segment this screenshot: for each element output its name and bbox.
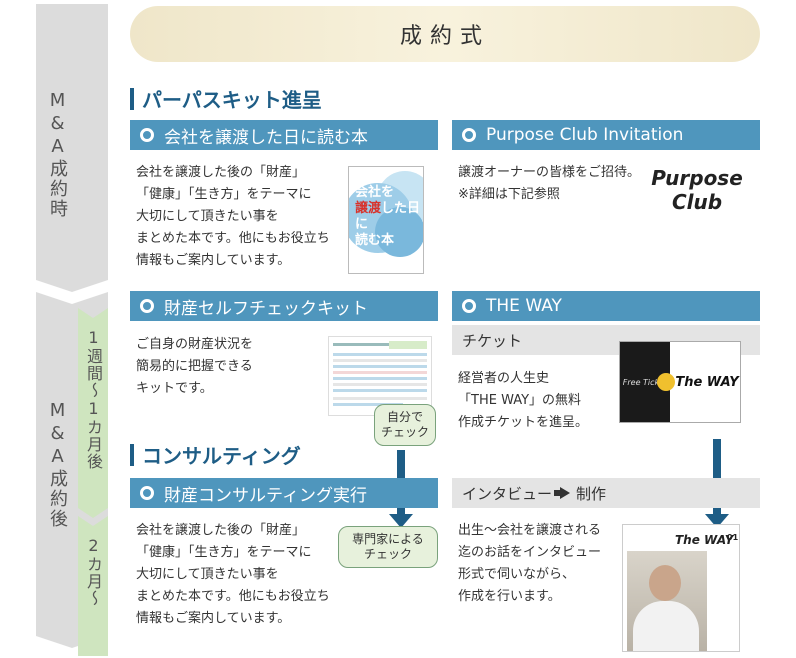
book-panel-header: 会社を譲渡した日に読む本 xyxy=(130,120,438,150)
ticket-text: 経営者の人生史 「THE WAY」の無料 作成チケットを進呈。 xyxy=(458,371,589,430)
interview-text: 出生〜会社を譲渡される 迄のお話をインタビュー 形式で伺いながら、 作成を行います。 xyxy=(458,523,602,604)
selfcheck-panel-header: 財産セルフチェックキット xyxy=(130,291,438,321)
section-title-consulting: コンサルティング xyxy=(130,440,301,469)
timeline-bottom-label: M&A成約後 xyxy=(47,400,68,529)
yellow-dot-icon xyxy=(657,373,676,391)
timeline-period2-label: 2カ月〜 xyxy=(84,536,103,607)
interview-subheader: インタビュー 制作 xyxy=(452,478,760,508)
book-panel-text: 会社を譲渡した後の「財産」 「健康」「生き方」をテーマに 大切にして頂きたい事を まと… xyxy=(136,165,330,268)
purpose-panel-text: 譲渡オーナーの皆様をご招待。 ※詳細は下記参照 xyxy=(458,165,641,202)
theway-panel-header: THE WAY xyxy=(452,291,760,321)
section-bar xyxy=(130,443,134,466)
ceremony-banner: 成約式 xyxy=(130,6,760,62)
arrow-right-icon xyxy=(554,487,571,499)
book-cover-image: 会社を 譲渡した日に 読む本 xyxy=(348,166,424,274)
circle-bullet-icon xyxy=(140,299,154,313)
purpose-club-logo: Purpose Club xyxy=(651,166,743,214)
expert-check-tag: 専門家による チェック xyxy=(338,526,438,568)
theway-magazine-image: The WAY 01 xyxy=(622,524,740,652)
timeline-period1-label: 1週間〜1カ月後 xyxy=(84,328,103,470)
consult-panel-header: 財産コンサルティング実行 xyxy=(130,478,438,508)
circle-bullet-icon xyxy=(140,128,154,142)
section-title-gift: パーパスキット進呈 xyxy=(130,84,322,113)
circle-bullet-icon xyxy=(140,486,154,500)
free-ticket-image: Free Ticket The WAY xyxy=(619,341,741,423)
circle-bullet-icon xyxy=(462,128,476,142)
selfcheck-panel-text: ご自身の財産状況を 簡易的に把握できる キットです。 xyxy=(136,337,254,396)
consult-panel-text: 会社を譲渡した後の「財産」 「健康」「生き方」をテーマに 大切にして頂きたい事を まと… xyxy=(136,523,330,626)
circle-bullet-icon xyxy=(462,299,476,313)
purpose-panel-header: Purpose Club Invitation xyxy=(452,120,760,150)
section-bar xyxy=(130,87,134,110)
self-check-tag: 自分で チェック xyxy=(374,404,436,446)
timeline-top-label: M&A成約時 xyxy=(47,90,68,219)
